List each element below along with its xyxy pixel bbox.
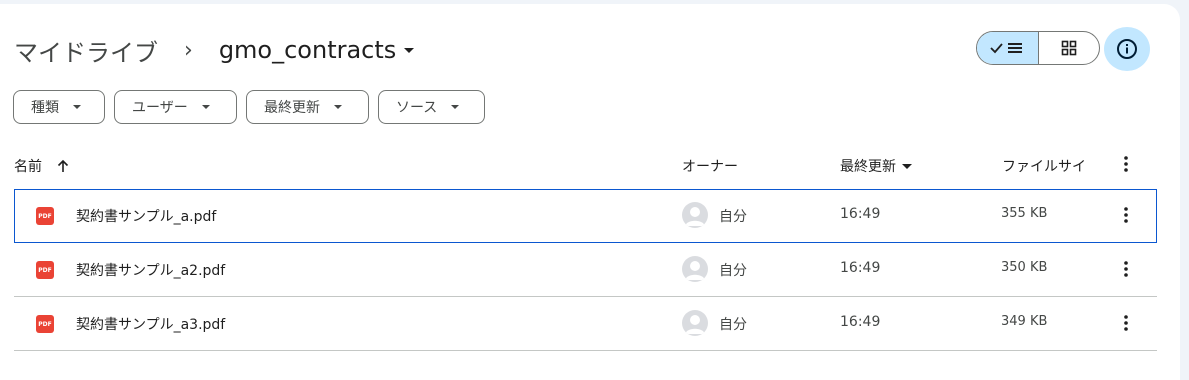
avatar <box>682 310 708 336</box>
column-modified-label: 最終更新 <box>840 159 896 175</box>
more-vert-icon <box>1124 207 1128 223</box>
file-size: 350 KB <box>1001 260 1048 275</box>
info-icon <box>1117 39 1137 59</box>
filter-modified-label: 最終更新 <box>264 100 320 116</box>
filter-source-label: ソース <box>396 100 438 116</box>
column-options-button[interactable] <box>1118 154 1134 174</box>
column-size-label: ファイルサイ <box>1002 159 1086 175</box>
column-owner-label: オーナー <box>682 159 738 175</box>
breadcrumb-root[interactable]: マイドライブ <box>14 33 158 68</box>
file-modified: 16:49 <box>840 314 881 330</box>
avatar <box>682 202 708 228</box>
file-size: 349 KB <box>1001 314 1048 329</box>
view-toggle <box>976 31 1100 65</box>
more-vert-icon <box>1124 261 1128 277</box>
breadcrumb: マイドライブ › gmo_contracts <box>14 30 415 70</box>
file-name: 契約書サンプル_a2.pdf <box>76 263 226 279</box>
list-view-button[interactable] <box>977 32 1039 64</box>
file-modified: 16:49 <box>840 260 881 276</box>
chevron-down-icon <box>451 105 460 109</box>
arrow-up-icon[interactable] <box>56 159 70 173</box>
breadcrumb-separator: › <box>184 37 193 63</box>
breadcrumb-current-folder[interactable]: gmo_contracts <box>218 36 415 64</box>
table-row[interactable]: PDF 契約書サンプル_a3.pdf 自分 16:49 349 KB <box>14 297 1157 351</box>
file-list: PDF 契約書サンプル_a.pdf 自分 16:49 355 KB PDF 契約… <box>14 189 1157 351</box>
chevron-down-icon <box>334 105 342 109</box>
row-more-button[interactable] <box>1114 255 1138 283</box>
row-more-button[interactable] <box>1114 201 1138 229</box>
file-name: 契約書サンプル_a3.pdf <box>76 317 226 333</box>
filter-modified-chip[interactable]: 最終更新 <box>246 90 369 124</box>
filter-type-label: 種類 <box>31 100 59 116</box>
table-row[interactable]: PDF 契約書サンプル_a2.pdf 自分 16:49 350 KB <box>14 243 1157 297</box>
pdf-file-icon: PDF <box>36 315 54 333</box>
filter-user-chip[interactable]: ユーザー <box>114 90 237 124</box>
main-panel: マイドライブ › gmo_contracts 種類 ユーザー 最終更新 ソース … <box>0 4 1180 380</box>
filter-source-chip[interactable]: ソース <box>378 90 485 124</box>
person-icon <box>685 261 705 280</box>
file-modified: 16:49 <box>840 206 881 222</box>
file-owner: 自分 <box>719 317 747 333</box>
person-icon <box>685 315 705 334</box>
pdf-file-icon: PDF <box>36 261 54 279</box>
filter-bar: 種類 ユーザー 最終更新 ソース <box>13 90 485 124</box>
file-size: 355 KB <box>1001 206 1048 221</box>
more-vert-icon <box>1124 315 1128 331</box>
chevron-down-icon <box>73 105 81 109</box>
filter-user-label: ユーザー <box>132 100 188 116</box>
column-name-label: 名前 <box>14 159 42 175</box>
check-list-icon <box>990 43 1023 54</box>
file-name: 契約書サンプル_a.pdf <box>76 209 217 225</box>
chevron-down-icon <box>902 163 912 169</box>
column-header-modified[interactable]: 最終更新 <box>840 156 912 176</box>
info-button[interactable] <box>1104 27 1150 71</box>
table-row[interactable]: PDF 契約書サンプル_a.pdf 自分 16:49 355 KB <box>14 189 1157 243</box>
grid-view-button[interactable] <box>1039 32 1100 64</box>
row-more-button[interactable] <box>1114 309 1138 337</box>
chevron-down-icon <box>404 47 415 53</box>
grid-icon <box>1061 40 1077 56</box>
filter-type-chip[interactable]: 種類 <box>13 90 105 124</box>
chevron-down-icon <box>201 105 210 109</box>
pdf-file-icon: PDF <box>36 207 54 225</box>
table-header: 名前 オーナー 最終更新 ファイルサイ <box>14 150 1157 180</box>
column-header-size[interactable]: ファイルサイ <box>1002 156 1086 176</box>
column-header-owner[interactable]: オーナー <box>682 156 738 176</box>
more-vert-icon <box>1124 156 1128 172</box>
person-icon <box>685 207 705 226</box>
file-owner: 自分 <box>719 209 747 225</box>
avatar <box>682 256 708 282</box>
column-header-name[interactable]: 名前 <box>14 156 70 176</box>
file-owner: 自分 <box>719 263 747 279</box>
folder-name: gmo_contracts <box>218 36 397 64</box>
